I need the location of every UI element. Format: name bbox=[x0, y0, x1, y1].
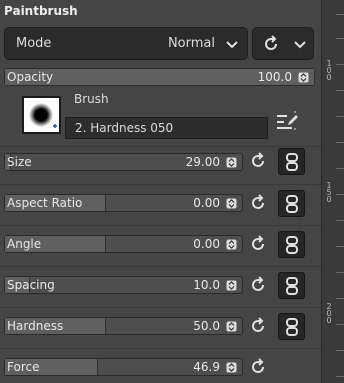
hardness-label: Hardness bbox=[7, 319, 64, 333]
opacity-value: 100.0 bbox=[257, 70, 292, 84]
aspect-ratio-value: 0.00 bbox=[193, 196, 220, 210]
mode-label: Mode bbox=[16, 36, 52, 51]
hardness-slider[interactable]: Hardness 50.0 bbox=[4, 317, 243, 335]
size-reset-icon[interactable] bbox=[248, 151, 268, 175]
tool-options-panel: Paintbrush Mode Normal Opacity 100.0 Bru… bbox=[0, 0, 321, 383]
force-slider[interactable]: Force 46.9 bbox=[4, 358, 243, 376]
aspect-ratio-link-button[interactable] bbox=[278, 190, 305, 217]
ruler-number: 100 bbox=[326, 59, 332, 82]
size-value: 29.00 bbox=[185, 155, 220, 169]
hardness-value: 50.0 bbox=[193, 319, 220, 333]
spin-arrows-icon[interactable] bbox=[226, 239, 237, 250]
ruler-tick bbox=[336, 350, 344, 351]
opacity-slider[interactable]: Opacity 100.0 bbox=[4, 68, 315, 86]
force-label: Force bbox=[7, 360, 40, 374]
tool-title: Paintbrush bbox=[4, 4, 78, 18]
chevron-down-icon bbox=[293, 37, 307, 56]
angle-link-button[interactable] bbox=[278, 231, 305, 258]
angle-label: Angle bbox=[7, 237, 42, 251]
chevron-down-icon bbox=[225, 37, 239, 56]
ruler-tick bbox=[336, 194, 344, 195]
spin-arrows-icon[interactable] bbox=[226, 198, 237, 209]
ruler-tick bbox=[336, 14, 344, 15]
opacity-label: Opacity bbox=[7, 70, 54, 84]
divider bbox=[0, 266, 321, 267]
angle-value: 0.00 bbox=[193, 237, 220, 251]
spin-arrows-icon[interactable] bbox=[226, 321, 237, 332]
chain-link-icon bbox=[286, 318, 298, 336]
mode-dropdown[interactable]: Mode Normal bbox=[4, 27, 248, 60]
spacing-reset-icon[interactable] bbox=[248, 275, 268, 299]
brush-name-field[interactable]: 2. Hardness 050 bbox=[65, 117, 268, 139]
ruler-tick bbox=[336, 64, 344, 65]
chain-link-icon bbox=[286, 277, 298, 295]
spin-arrows-icon[interactable] bbox=[298, 72, 309, 83]
chain-link-icon bbox=[286, 195, 298, 213]
ruler-number: 150 bbox=[326, 181, 332, 204]
reset-icon bbox=[261, 34, 281, 58]
size-link-button[interactable] bbox=[278, 148, 305, 175]
ruler-tick bbox=[336, 90, 344, 91]
divider bbox=[0, 146, 321, 147]
ruler-tick bbox=[336, 298, 344, 299]
force-reset-icon[interactable] bbox=[248, 357, 268, 381]
spin-arrows-icon[interactable] bbox=[226, 362, 237, 373]
edit-brush-icon[interactable] bbox=[274, 108, 300, 138]
chain-link-icon bbox=[286, 236, 298, 254]
angle-slider[interactable]: Angle 0.00 bbox=[4, 235, 243, 253]
ruler-tick bbox=[336, 168, 344, 169]
mode-value: Normal bbox=[167, 36, 215, 51]
aspect-ratio-label: Aspect Ratio bbox=[7, 196, 83, 210]
divider bbox=[0, 225, 321, 226]
hardness-reset-icon[interactable] bbox=[248, 316, 268, 340]
spacing-value: 10.0 bbox=[193, 278, 220, 292]
spin-arrows-icon[interactable] bbox=[226, 157, 237, 168]
size-label: Size bbox=[7, 155, 32, 169]
angle-reset-icon[interactable] bbox=[248, 234, 268, 258]
spin-arrows-icon[interactable] bbox=[226, 280, 237, 291]
divider bbox=[0, 184, 321, 185]
spacing-link-button[interactable] bbox=[278, 272, 305, 299]
ruler-number: 200 bbox=[326, 302, 332, 325]
ruler-tick bbox=[336, 246, 344, 247]
vertical-ruler[interactable]: 100 150 200 bbox=[321, 0, 344, 383]
brush-label: Brush bbox=[74, 92, 109, 106]
size-slider[interactable]: Size 29.00 bbox=[4, 153, 243, 171]
mode-reset-dropdown[interactable] bbox=[252, 27, 314, 60]
ruler-tick bbox=[336, 324, 344, 325]
spacing-slider[interactable]: Spacing 10.0 bbox=[4, 276, 243, 294]
ruler-tick bbox=[336, 376, 344, 377]
aspect-ratio-slider[interactable]: Aspect Ratio 0.00 bbox=[4, 194, 243, 212]
ruler-tick bbox=[336, 220, 344, 221]
spacing-label: Spacing bbox=[7, 278, 55, 292]
ruler-tick bbox=[336, 116, 344, 117]
chain-link-icon bbox=[286, 153, 298, 171]
brush-preview[interactable] bbox=[22, 96, 61, 134]
aspect-ratio-reset-icon[interactable] bbox=[248, 193, 268, 217]
ruler-tick bbox=[336, 142, 344, 143]
force-value: 46.9 bbox=[193, 360, 220, 374]
ruler-tick bbox=[336, 272, 344, 273]
ruler-tick bbox=[336, 38, 344, 39]
hardness-link-button[interactable] bbox=[278, 313, 305, 340]
divider bbox=[0, 348, 321, 349]
divider bbox=[0, 307, 321, 308]
